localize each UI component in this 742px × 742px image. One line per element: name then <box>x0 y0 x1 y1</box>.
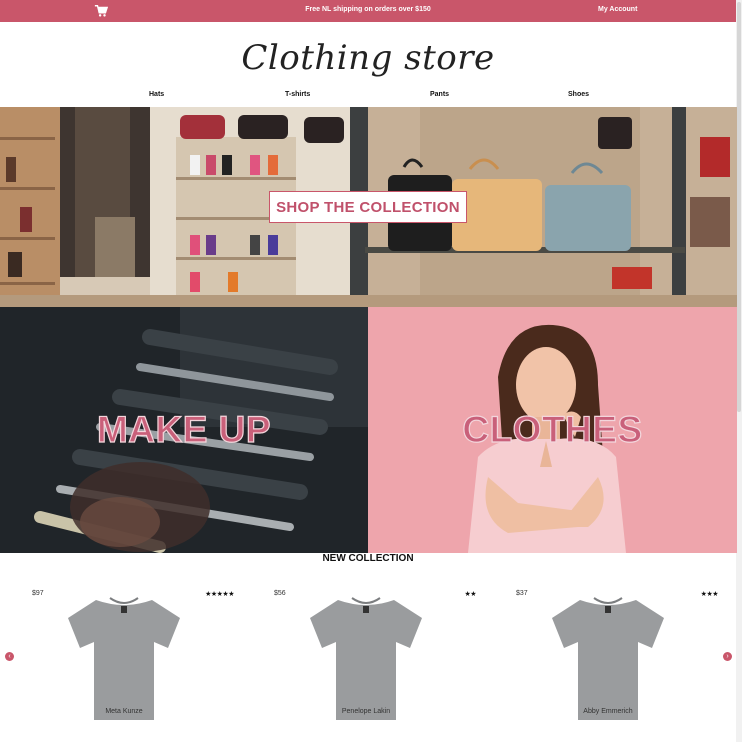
site-header: Clothing store Hats T-shirts Pants Shoes <box>0 22 736 107</box>
announcement-bar: Free NL shipping on orders over $150 My … <box>0 0 736 22</box>
nav-item-tshirts[interactable]: T-shirts <box>285 91 310 98</box>
product-card[interactable]: $56 ★★ Penelope Lakin <box>270 586 476 722</box>
new-collection-title: NEW COLLECTION <box>322 553 414 564</box>
product-price: $97 <box>32 590 44 597</box>
my-account-link[interactable]: My Account <box>598 6 637 13</box>
chevron-right-icon[interactable]: › <box>723 652 732 661</box>
tshirt-image <box>552 597 664 720</box>
product-card[interactable]: $97 ★★★★★ Meta Kunze <box>28 586 234 722</box>
product-name[interactable]: Penelope Lakin <box>308 708 424 715</box>
store-logo[interactable]: Clothing store <box>0 38 736 78</box>
product-name[interactable]: Meta Kunze <box>66 708 182 715</box>
category-tile-makeup[interactable]: MAKE UP <box>0 307 368 553</box>
chevron-left-icon[interactable]: ‹ <box>5 652 14 661</box>
product-name[interactable]: Abby Emmerich <box>550 708 666 715</box>
product-price: $37 <box>516 590 528 597</box>
star-rating: ★★ <box>464 591 476 598</box>
nav-item-pants[interactable]: Pants <box>430 91 449 98</box>
scrollbar-thumb[interactable] <box>737 2 741 412</box>
nav-item-shoes[interactable]: Shoes <box>568 91 589 98</box>
star-rating: ★★★★★ <box>205 591 234 598</box>
tshirt-image <box>310 597 422 720</box>
tshirt-image <box>68 597 180 720</box>
product-card[interactable]: $37 ★★★ Abby Emmerich <box>512 586 719 722</box>
hero-banner: SHOP THE COLLECTION <box>0 107 737 307</box>
category-tile-clothes[interactable]: CLOTHES <box>368 307 737 553</box>
shop-collection-button[interactable]: SHOP THE COLLECTION <box>269 191 467 223</box>
makeup-label: MAKE UP <box>96 408 272 450</box>
product-price: $56 <box>274 590 286 597</box>
star-rating: ★★★ <box>700 591 719 598</box>
clothes-label: CLOTHES <box>462 408 643 450</box>
nav-item-hats[interactable]: Hats <box>149 91 164 98</box>
